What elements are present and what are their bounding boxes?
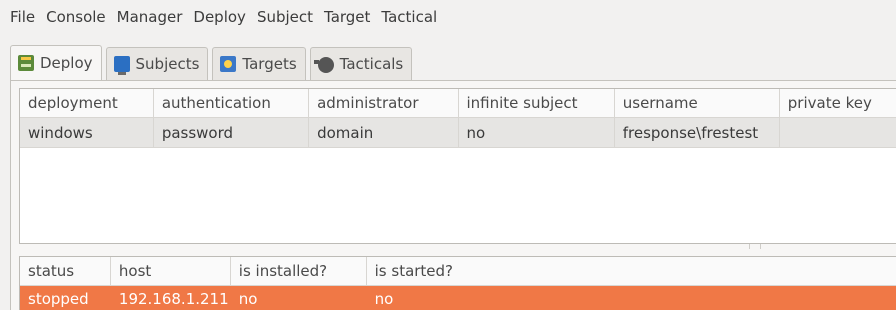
cell-deployment: windows (20, 118, 154, 147)
table-row[interactable]: stopped 192.168.1.211 no no (20, 286, 896, 310)
column-header-deployment[interactable]: deployment (20, 89, 154, 117)
column-header-host[interactable]: host (111, 257, 231, 285)
tab-label: Tacticals (339, 55, 404, 73)
cell-is-started: no (374, 290, 394, 308)
column-header-username[interactable]: username (615, 89, 780, 117)
cell-private-key (780, 118, 896, 147)
column-header-administrator[interactable]: administrator (309, 89, 459, 117)
cell-authentication: password (154, 118, 310, 147)
status-table: status host is installed? is started? st… (19, 256, 896, 310)
column-header-infinite-subject[interactable]: infinite subject (459, 89, 615, 117)
menu-target[interactable]: Target (324, 8, 370, 26)
tab-label: Targets (242, 55, 297, 73)
table-row[interactable]: windows password domain no fresponse\fre… (20, 118, 896, 148)
cell-is-installed: no (238, 290, 258, 308)
column-header-is-installed[interactable]: is installed? (231, 257, 367, 285)
tab-targets[interactable]: Targets (212, 47, 306, 80)
column-header-status[interactable]: status (20, 257, 111, 285)
tab-label: Subjects (135, 55, 200, 73)
cell-username: fresponse\frestest (615, 118, 780, 147)
tab-subjects[interactable]: Subjects (105, 47, 209, 80)
cell-status: stopped (28, 290, 89, 308)
cell-host: 192.168.1.211 (118, 290, 229, 308)
splitter-handle[interactable] (749, 244, 761, 249)
deployment-table: deployment authentication administrator … (19, 88, 896, 244)
menu-file[interactable]: File (10, 8, 35, 26)
column-header-private-key[interactable]: private key (780, 89, 896, 117)
menu-deploy[interactable]: Deploy (193, 8, 246, 26)
menu-bar: File Console Manager Deploy Subject Targ… (0, 0, 896, 34)
tactical-icon (313, 57, 334, 73)
cell-infinite-subject: no (459, 118, 615, 147)
tab-bar: Deploy Subjects Targets Tacticals (10, 45, 416, 80)
deploy-icon (18, 55, 34, 71)
menu-console[interactable]: Console (46, 8, 106, 26)
menu-subject[interactable]: Subject (257, 8, 313, 26)
table-header: status host is installed? is started? (20, 257, 896, 286)
menu-tactical[interactable]: Tactical (381, 8, 437, 26)
cell-administrator: domain (309, 118, 459, 147)
tab-deploy[interactable]: Deploy (10, 45, 102, 80)
column-header-authentication[interactable]: authentication (154, 89, 310, 117)
tab-tacticals[interactable]: Tacticals (309, 47, 413, 80)
column-header-is-started[interactable]: is started? (367, 257, 896, 285)
monitor-icon (113, 56, 130, 75)
table-header: deployment authentication administrator … (20, 89, 896, 118)
menu-manager[interactable]: Manager (117, 8, 183, 26)
deploy-panel: deployment authentication administrator … (10, 80, 896, 310)
tab-label: Deploy (40, 54, 93, 72)
target-icon (220, 56, 237, 72)
